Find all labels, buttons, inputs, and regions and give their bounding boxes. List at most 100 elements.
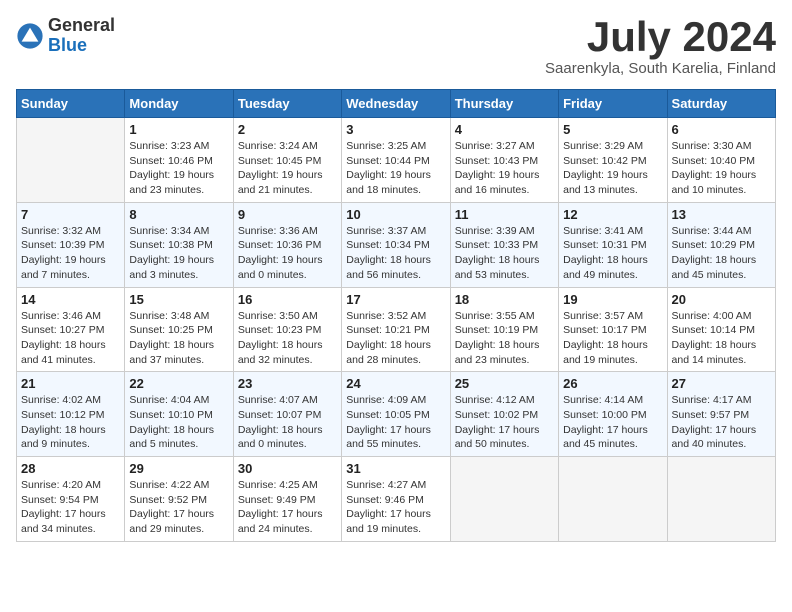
day-number: 25 bbox=[455, 376, 554, 391]
day-number: 6 bbox=[672, 122, 771, 137]
day-number: 14 bbox=[21, 292, 120, 307]
logo-icon bbox=[16, 22, 44, 50]
header-day-saturday: Saturday bbox=[667, 90, 775, 118]
calendar-week-5: 28 Sunrise: 4:20 AM Sunset: 9:54 PM Dayli… bbox=[17, 457, 776, 542]
day-detail: Sunrise: 3:24 AM Sunset: 10:45 PM Daylig… bbox=[238, 139, 337, 198]
day-detail: Sunrise: 3:50 AM Sunset: 10:23 PM Daylig… bbox=[238, 309, 337, 368]
calendar-cell: 19 Sunrise: 3:57 AM Sunset: 10:17 PM Dayl… bbox=[559, 287, 667, 372]
title-block: July 2024 Saarenkyla, South Karelia, Fin… bbox=[545, 16, 776, 77]
calendar-week-1: 1Sunrise: 3:23 AM Sunset: 10:46 PM Dayli… bbox=[17, 118, 776, 203]
day-detail: Sunrise: 3:23 AM Sunset: 10:46 PM Daylig… bbox=[129, 139, 228, 198]
calendar-cell: 28 Sunrise: 4:20 AM Sunset: 9:54 PM Dayli… bbox=[17, 457, 125, 542]
day-detail: Sunrise: 4:04 AM Sunset: 10:10 PM Daylig… bbox=[129, 393, 228, 452]
day-detail: Sunrise: 3:25 AM Sunset: 10:44 PM Daylig… bbox=[346, 139, 445, 198]
calendar-cell: 3 Sunrise: 3:25 AM Sunset: 10:44 PM Dayli… bbox=[342, 118, 450, 203]
day-number: 7 bbox=[21, 207, 120, 222]
day-number: 13 bbox=[672, 207, 771, 222]
header-day-wednesday: Wednesday bbox=[342, 90, 450, 118]
calendar-cell: 30 Sunrise: 4:25 AM Sunset: 9:49 PM Dayli… bbox=[233, 457, 341, 542]
calendar-cell: 8 Sunrise: 3:34 AM Sunset: 10:38 PM Dayli… bbox=[125, 202, 233, 287]
calendar-cell: 12Sunrise: 3:41 AM Sunset: 10:31 PM Dayl… bbox=[559, 202, 667, 287]
day-number: 5 bbox=[563, 122, 662, 137]
header-day-thursday: Thursday bbox=[450, 90, 558, 118]
calendar-cell: 11 Sunrise: 3:39 AM Sunset: 10:33 PM Dayl… bbox=[450, 202, 558, 287]
day-number: 9 bbox=[238, 207, 337, 222]
day-detail: Sunrise: 3:55 AM Sunset: 10:19 PM Daylig… bbox=[455, 309, 554, 368]
day-detail: Sunrise: 4:22 AM Sunset: 9:52 PM Dayligh… bbox=[129, 478, 228, 537]
day-detail: Sunrise: 4:00 AM Sunset: 10:14 PM Daylig… bbox=[672, 309, 771, 368]
day-detail: Sunrise: 3:57 AM Sunset: 10:17 PM Daylig… bbox=[563, 309, 662, 368]
day-number: 8 bbox=[129, 207, 228, 222]
calendar-cell: 22 Sunrise: 4:04 AM Sunset: 10:10 PM Dayl… bbox=[125, 372, 233, 457]
day-number: 29 bbox=[129, 461, 228, 476]
calendar-cell: 21Sunrise: 4:02 AM Sunset: 10:12 PM Dayl… bbox=[17, 372, 125, 457]
day-detail: Sunrise: 4:02 AM Sunset: 10:12 PM Daylig… bbox=[21, 393, 120, 452]
calendar-cell: 23Sunrise: 4:07 AM Sunset: 10:07 PM Dayl… bbox=[233, 372, 341, 457]
logo-general: General bbox=[48, 16, 115, 36]
day-number: 22 bbox=[129, 376, 228, 391]
calendar-cell: 6Sunrise: 3:30 AM Sunset: 10:40 PM Dayli… bbox=[667, 118, 775, 203]
calendar-cell bbox=[450, 457, 558, 542]
calendar-week-3: 14 Sunrise: 3:46 AM Sunset: 10:27 PM Dayl… bbox=[17, 287, 776, 372]
calendar-cell: 20 Sunrise: 4:00 AM Sunset: 10:14 PM Dayl… bbox=[667, 287, 775, 372]
day-number: 4 bbox=[455, 122, 554, 137]
day-detail: Sunrise: 3:46 AM Sunset: 10:27 PM Daylig… bbox=[21, 309, 120, 368]
calendar-week-4: 21Sunrise: 4:02 AM Sunset: 10:12 PM Dayl… bbox=[17, 372, 776, 457]
calendar-cell: 2 Sunrise: 3:24 AM Sunset: 10:45 PM Dayli… bbox=[233, 118, 341, 203]
calendar-cell: 27 Sunrise: 4:17 AM Sunset: 9:57 PM Dayli… bbox=[667, 372, 775, 457]
calendar-cell: 7 Sunrise: 3:32 AM Sunset: 10:39 PM Dayli… bbox=[17, 202, 125, 287]
logo-blue: Blue bbox=[48, 36, 115, 56]
day-number: 19 bbox=[563, 292, 662, 307]
day-detail: Sunrise: 4:09 AM Sunset: 10:05 PM Daylig… bbox=[346, 393, 445, 452]
calendar-cell: 1Sunrise: 3:23 AM Sunset: 10:46 PM Dayli… bbox=[125, 118, 233, 203]
day-number: 2 bbox=[238, 122, 337, 137]
calendar-table: SundayMondayTuesdayWednesdayThursdayFrid… bbox=[16, 89, 776, 542]
calendar-cell: 26Sunrise: 4:14 AM Sunset: 10:00 PM Dayl… bbox=[559, 372, 667, 457]
day-detail: Sunrise: 4:14 AM Sunset: 10:00 PM Daylig… bbox=[563, 393, 662, 452]
calendar-cell: 25Sunrise: 4:12 AM Sunset: 10:02 PM Dayl… bbox=[450, 372, 558, 457]
day-number: 17 bbox=[346, 292, 445, 307]
month-title: July 2024 bbox=[545, 16, 776, 58]
calendar-cell bbox=[559, 457, 667, 542]
logo: General Blue bbox=[16, 16, 115, 56]
day-detail: Sunrise: 4:25 AM Sunset: 9:49 PM Dayligh… bbox=[238, 478, 337, 537]
day-number: 20 bbox=[672, 292, 771, 307]
header-day-sunday: Sunday bbox=[17, 90, 125, 118]
day-number: 23 bbox=[238, 376, 337, 391]
day-number: 18 bbox=[455, 292, 554, 307]
day-detail: Sunrise: 4:20 AM Sunset: 9:54 PM Dayligh… bbox=[21, 478, 120, 537]
logo-text: General Blue bbox=[48, 16, 115, 56]
page-header: General Blue July 2024 Saarenkyla, South… bbox=[16, 16, 776, 77]
header-day-tuesday: Tuesday bbox=[233, 90, 341, 118]
day-number: 11 bbox=[455, 207, 554, 222]
day-detail: Sunrise: 3:32 AM Sunset: 10:39 PM Daylig… bbox=[21, 224, 120, 283]
day-detail: Sunrise: 3:39 AM Sunset: 10:33 PM Daylig… bbox=[455, 224, 554, 283]
calendar-body: 1Sunrise: 3:23 AM Sunset: 10:46 PM Dayli… bbox=[17, 118, 776, 542]
header-day-friday: Friday bbox=[559, 90, 667, 118]
calendar-cell: 18 Sunrise: 3:55 AM Sunset: 10:19 PM Dayl… bbox=[450, 287, 558, 372]
calendar-cell: 13Sunrise: 3:44 AM Sunset: 10:29 PM Dayl… bbox=[667, 202, 775, 287]
calendar-cell: 9 Sunrise: 3:36 AM Sunset: 10:36 PM Dayli… bbox=[233, 202, 341, 287]
header-row: SundayMondayTuesdayWednesdayThursdayFrid… bbox=[17, 90, 776, 118]
calendar-cell bbox=[17, 118, 125, 203]
location-subtitle: Saarenkyla, South Karelia, Finland bbox=[545, 60, 776, 77]
day-detail: Sunrise: 3:36 AM Sunset: 10:36 PM Daylig… bbox=[238, 224, 337, 283]
day-number: 15 bbox=[129, 292, 228, 307]
day-detail: Sunrise: 3:52 AM Sunset: 10:21 PM Daylig… bbox=[346, 309, 445, 368]
calendar-cell: 17 Sunrise: 3:52 AM Sunset: 10:21 PM Dayl… bbox=[342, 287, 450, 372]
day-number: 28 bbox=[21, 461, 120, 476]
calendar-header: SundayMondayTuesdayWednesdayThursdayFrid… bbox=[17, 90, 776, 118]
calendar-cell bbox=[667, 457, 775, 542]
day-detail: Sunrise: 3:34 AM Sunset: 10:38 PM Daylig… bbox=[129, 224, 228, 283]
day-number: 12 bbox=[563, 207, 662, 222]
calendar-cell: 24 Sunrise: 4:09 AM Sunset: 10:05 PM Dayl… bbox=[342, 372, 450, 457]
day-number: 27 bbox=[672, 376, 771, 391]
day-number: 3 bbox=[346, 122, 445, 137]
day-number: 31 bbox=[346, 461, 445, 476]
day-number: 24 bbox=[346, 376, 445, 391]
day-detail: Sunrise: 3:27 AM Sunset: 10:43 PM Daylig… bbox=[455, 139, 554, 198]
day-number: 30 bbox=[238, 461, 337, 476]
day-detail: Sunrise: 4:17 AM Sunset: 9:57 PM Dayligh… bbox=[672, 393, 771, 452]
calendar-cell: 31Sunrise: 4:27 AM Sunset: 9:46 PM Dayli… bbox=[342, 457, 450, 542]
calendar-cell: 15Sunrise: 3:48 AM Sunset: 10:25 PM Dayl… bbox=[125, 287, 233, 372]
